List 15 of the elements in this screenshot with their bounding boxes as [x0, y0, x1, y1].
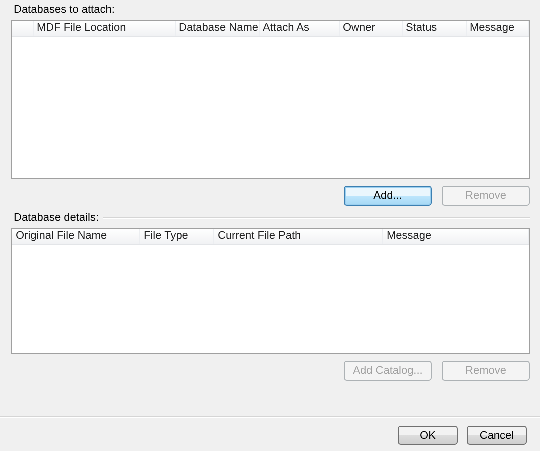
column-header[interactable]: Original File Name: [12, 229, 140, 244]
column-header[interactable]: Message: [383, 229, 529, 244]
column-header[interactable]: File Type: [140, 229, 214, 244]
dialog-button[interactable]: OK: [398, 426, 458, 445]
column-header[interactable]: MDF File Location: [34, 21, 176, 36]
column-header[interactable]: Database Name: [176, 21, 260, 36]
section-label: Database details:: [14, 212, 100, 224]
dialog-button[interactable]: Cancel: [467, 426, 527, 445]
action-button[interactable]: Add...: [344, 186, 432, 206]
section-label: Databases to attach:: [14, 3, 115, 18]
column-header[interactable]: Current File Path: [214, 229, 383, 244]
column-header[interactable]: Attach As: [260, 21, 340, 36]
column-header[interactable]: Status: [403, 21, 467, 36]
column-header[interactable]: Message: [467, 21, 529, 36]
column-header[interactable]: Owner: [340, 21, 403, 36]
